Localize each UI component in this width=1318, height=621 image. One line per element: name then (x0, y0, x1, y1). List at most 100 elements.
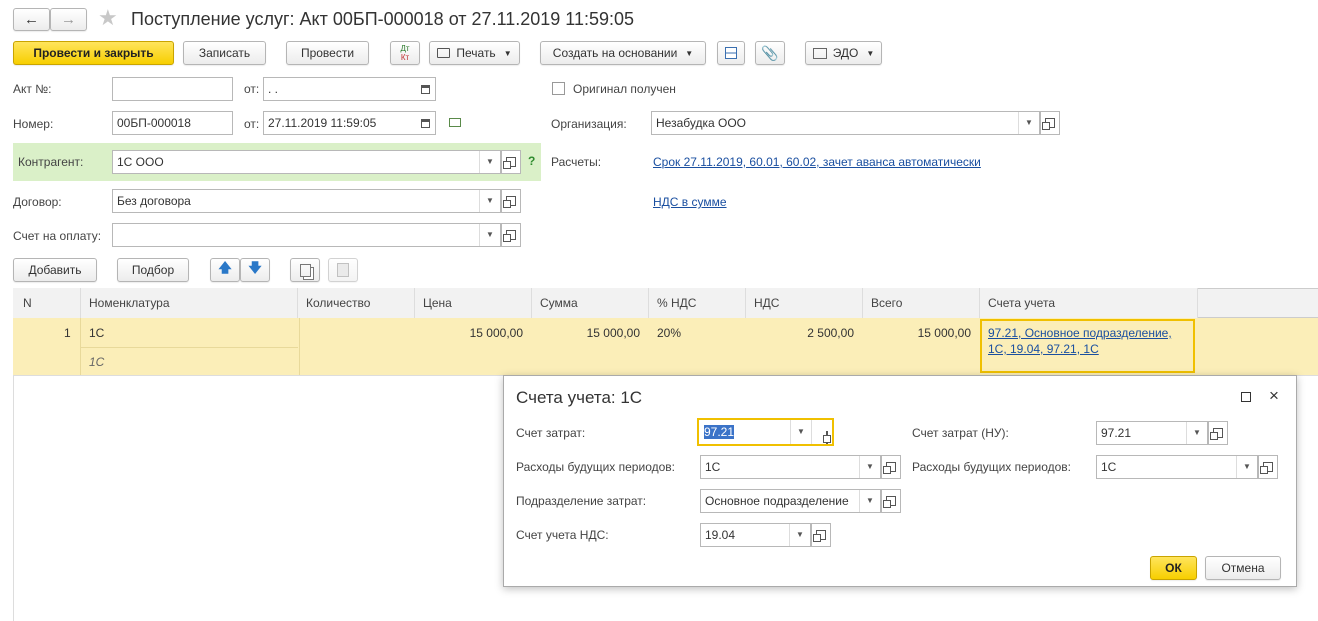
cost-account-tax-input[interactable]: 97.21 ▼ (1096, 421, 1208, 445)
create-based-label: Создать на основании (552, 46, 678, 60)
org-open-button[interactable] (1040, 111, 1060, 135)
contractor-open-button[interactable] (501, 150, 521, 174)
post-button[interactable]: Провести (286, 41, 369, 65)
deferred-tax-open-button[interactable] (1258, 455, 1278, 479)
chevron-down-icon[interactable]: ▼ (1186, 422, 1207, 444)
settlements-link[interactable]: Срок 27.11.2019, 60.01, 60.02, зачет ава… (653, 155, 981, 169)
act-no-input[interactable] (112, 77, 233, 101)
open-icon (503, 196, 516, 208)
chevron-down-icon[interactable]: ▼ (479, 190, 500, 212)
create-based-on-button[interactable]: Создать на основании ▼ (540, 41, 706, 65)
deferred-label: Расходы будущих периодов: (516, 460, 675, 474)
number-input[interactable]: 00БП-000018 (112, 111, 233, 135)
contract-input[interactable]: Без договора ▼ (112, 189, 501, 213)
col-header-n[interactable]: N (13, 288, 81, 318)
cancel-button[interactable]: Отмена (1205, 556, 1281, 580)
forward-button[interactable]: → (50, 8, 87, 31)
open-icon (1042, 118, 1055, 130)
col-header-accounts[interactable]: Счета учета (980, 288, 1198, 318)
col-header-vat[interactable]: НДС (746, 288, 863, 318)
division-label: Подразделение затрат: (516, 494, 647, 508)
act-date-input[interactable]: . . (263, 77, 436, 101)
move-down-button[interactable]: 🡇 (240, 258, 270, 282)
message-icon[interactable] (449, 118, 461, 127)
col-header-qty[interactable]: Количество (298, 288, 415, 318)
chevron-down-icon[interactable]: ▼ (479, 224, 500, 246)
division-value: Основное подразделение (705, 494, 849, 508)
chevron-down-icon[interactable]: ▼ (1236, 456, 1257, 478)
dt-kt-button[interactable]: Дт Кт (390, 41, 420, 65)
open-icon (883, 496, 896, 508)
date-input[interactable]: 27.11.2019 11:59:05 (263, 111, 436, 135)
open-icon (1210, 428, 1223, 440)
open-icon (1260, 462, 1273, 474)
invoice-input[interactable]: ▼ (112, 223, 501, 247)
pick-button[interactable]: Подбор (117, 258, 189, 282)
close-icon[interactable]: × (1269, 386, 1279, 406)
cell-item: 1С (89, 326, 105, 340)
help-icon[interactable]: ? (528, 154, 535, 168)
vat-account-input[interactable]: 19.04 ▼ (700, 523, 811, 547)
act-date-label: от: (244, 82, 260, 96)
maximize-icon[interactable] (1241, 392, 1251, 402)
col-header-total[interactable]: Всего (863, 288, 980, 318)
chevron-down-icon[interactable]: ▼ (789, 524, 810, 546)
invoice-open-button[interactable] (501, 223, 521, 247)
org-label: Организация: (551, 117, 627, 131)
col-header-sum[interactable]: Сумма (532, 288, 649, 318)
add-button[interactable]: Добавить (13, 258, 97, 282)
chevron-down-icon[interactable]: ▼ (859, 490, 880, 512)
post-and-close-button[interactable]: Провести и закрыть (13, 41, 174, 65)
vat-account-open-button[interactable] (811, 523, 831, 547)
chevron-down-icon[interactable]: ▼ (790, 420, 812, 444)
vat-link[interactable]: НДС в сумме (653, 195, 727, 209)
col-header-price[interactable]: Цена (415, 288, 532, 318)
cost-account-input[interactable]: 97.21 ▼ (697, 418, 834, 446)
page-title: Поступление услуг: Акт 00БП-000018 от 27… (131, 9, 635, 29)
back-button[interactable]: ← (13, 8, 50, 31)
col-header-item[interactable]: Номенклатура (81, 288, 298, 318)
arrow-down-icon: 🡇 (248, 260, 262, 275)
calendar-icon[interactable] (415, 78, 435, 100)
deferred-open-button[interactable] (881, 455, 901, 479)
edo-icon (812, 47, 827, 59)
original-checkbox[interactable] (552, 82, 565, 95)
save-button[interactable]: Записать (183, 41, 266, 65)
arrow-up-icon: 🡅 (218, 260, 232, 275)
division-open-button[interactable] (881, 489, 901, 513)
chevron-down-icon[interactable]: ▼ (859, 456, 880, 478)
attach-button[interactable]: 📎 (755, 41, 785, 65)
col-header-vat-rate[interactable]: % НДС (649, 288, 746, 318)
chevron-down-icon: ▼ (685, 48, 694, 58)
deferred-input[interactable]: 1С ▼ (700, 455, 881, 479)
arrow-left-icon: ← (24, 11, 39, 28)
cell-accounts-link-2[interactable]: 1С, 19.04, 97.21, 1С (988, 342, 1099, 356)
move-up-button[interactable]: 🡅 (210, 258, 240, 282)
division-input[interactable]: Основное подразделение ▼ (700, 489, 881, 513)
cost-account-tax-label: Счет затрат (НУ): (912, 426, 1009, 440)
structure-button[interactable] (717, 41, 745, 65)
copy-row-button[interactable] (290, 258, 320, 282)
dt-label: Дт (400, 44, 410, 53)
org-input[interactable]: Незабудка ООО ▼ (651, 111, 1040, 135)
edo-button[interactable]: ЭДО ▼ (805, 41, 882, 65)
contract-open-button[interactable] (501, 189, 521, 213)
settlements-label: Расчеты: (551, 155, 602, 169)
print-button[interactable]: Печать ▼ (429, 41, 520, 65)
star-icon[interactable]: ★ (98, 5, 118, 31)
cell-total: 15 000,00 (917, 326, 971, 340)
contract-value: Без договора (117, 194, 191, 208)
row-subdivider (80, 347, 298, 348)
contractor-input[interactable]: 1С ООО ▼ (112, 150, 501, 174)
chevron-down-icon[interactable]: ▼ (1018, 112, 1039, 134)
deferred-tax-input[interactable]: 1С ▼ (1096, 455, 1258, 479)
original-label[interactable]: Оригинал получен (573, 82, 676, 96)
left-edge-line (13, 376, 14, 621)
cell-accounts-link-1[interactable]: 97.21, Основное подразделение, (988, 326, 1172, 340)
cost-account-tax-open-button[interactable] (1208, 421, 1228, 445)
ok-button[interactable]: ОК (1150, 556, 1197, 580)
paste-button[interactable] (328, 258, 358, 282)
open-icon[interactable] (826, 427, 828, 444)
calendar-icon[interactable] (415, 112, 435, 134)
chevron-down-icon[interactable]: ▼ (479, 151, 500, 173)
